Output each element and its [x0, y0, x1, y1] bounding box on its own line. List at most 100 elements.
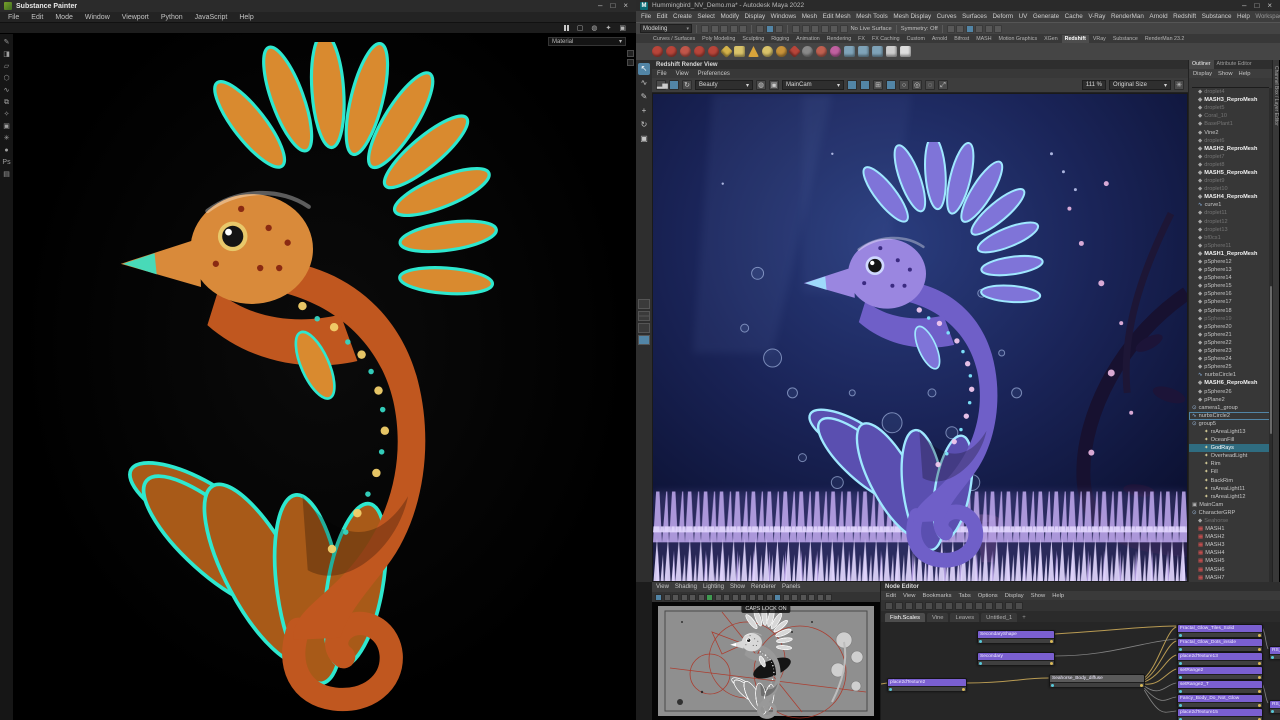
sp-tool-icon[interactable]: ✎ — [4, 38, 10, 47]
shelf-tab[interactable]: Poly Modeling — [699, 35, 738, 43]
frame-icon[interactable]: ▢ — [577, 25, 584, 32]
dock-shelf-icon[interactable] — [627, 59, 634, 66]
snap-point-icon[interactable] — [811, 25, 819, 33]
outliner-row[interactable]: Seahorse — [1189, 517, 1272, 525]
outliner-row[interactable]: pSphere18 — [1189, 307, 1272, 315]
sp-menu-item[interactable]: Python — [161, 14, 183, 21]
sp-tool-icon[interactable]: ● — [4, 146, 8, 155]
snapshot-icon[interactable]: ◍ — [756, 80, 766, 90]
maya-menu-item[interactable]: UV — [1019, 13, 1028, 20]
ipr-toggle-icon[interactable] — [847, 80, 857, 90]
maya-maximize-button[interactable]: □ — [1254, 2, 1259, 10]
maya-menu-item[interactable]: Windows — [771, 13, 797, 20]
pick-region-icon[interactable]: ◌ — [925, 80, 935, 90]
shelf-tab[interactable]: RenderMan 23.2 — [1142, 35, 1187, 43]
shelf-tab[interactable]: XGen — [1041, 35, 1061, 43]
ao-icon[interactable] — [817, 594, 824, 601]
shelf-button-icon[interactable] — [830, 46, 841, 57]
shaded-icon[interactable] — [783, 594, 790, 601]
shelf-tab[interactable]: FX Caching — [869, 35, 903, 43]
outliner-row[interactable]: pSphere22 — [1189, 339, 1272, 347]
particles-icon[interactable]: ✦ — [606, 25, 612, 32]
undo-icon[interactable] — [730, 25, 738, 33]
node-editor-menu-item[interactable]: Show — [1031, 593, 1046, 599]
maya-menu-item[interactable]: Arnold — [1149, 13, 1167, 20]
shadows-icon[interactable] — [808, 594, 815, 601]
gate-mask-icon[interactable] — [740, 594, 747, 601]
maya-menu-item[interactable]: Edit Mesh — [823, 13, 851, 20]
sp-menu-item[interactable]: Edit — [31, 14, 43, 21]
maya-menu-item[interactable]: Mesh — [802, 13, 817, 20]
new-scene-icon[interactable] — [701, 25, 709, 33]
node-editor-menu-item[interactable]: Bookmarks — [922, 593, 951, 599]
outliner-row[interactable]: pSphere21 — [1189, 331, 1272, 339]
outliner-row[interactable]: nurbsCircle1 — [1189, 371, 1272, 379]
outliner-row[interactable]: MASH4 — [1189, 549, 1272, 557]
maya-menu-item[interactable]: Select — [697, 13, 715, 20]
clay-toggle-icon[interactable] — [886, 80, 896, 90]
shelf-button-icon[interactable] — [762, 46, 773, 57]
render-view-menu-item[interactable]: Preferences — [698, 71, 730, 77]
graph-input-icon[interactable] — [895, 602, 903, 610]
outliner-row[interactable]: pSphere14 — [1189, 274, 1272, 282]
sp-tool-icon[interactable]: ◨ — [3, 50, 10, 59]
outliner-menu-item[interactable]: Show — [1218, 71, 1233, 77]
lock-camera-icon[interactable] — [664, 594, 671, 601]
bookmark-next-icon[interactable] — [1015, 602, 1023, 610]
layout-graph-icon[interactable] — [945, 602, 953, 610]
resolution-gate-icon[interactable] — [732, 594, 739, 601]
image-size-dropdown[interactable]: Original Size▾ — [1109, 80, 1171, 90]
shelf-button-icon[interactable] — [720, 45, 733, 58]
outliner-row[interactable]: droplet5 — [1189, 104, 1272, 112]
sp-menu-item[interactable]: Viewport — [122, 14, 149, 21]
node-editor-menu-item[interactable]: View — [903, 593, 915, 599]
zoom-level-field[interactable]: 111 % — [1082, 80, 1106, 90]
bookmark-icon[interactable] — [681, 594, 688, 601]
shelf-button-icon[interactable] — [858, 46, 869, 57]
shelf-tab[interactable]: Animation — [793, 35, 823, 43]
outliner-row[interactable]: Vine2 — [1189, 128, 1272, 136]
viewport-menu-item[interactable]: View — [656, 584, 669, 590]
maya-menu-item[interactable]: Mesh Tools — [856, 13, 888, 20]
outliner-row[interactable]: OverheadLight — [1189, 452, 1272, 460]
outliner-row[interactable]: pSphere16 — [1189, 290, 1272, 298]
render-view-menu-item[interactable]: View — [676, 71, 689, 77]
maya-menu-item[interactable]: Help — [1237, 13, 1250, 20]
menu-set-dropdown[interactable]: Modeling▾ — [640, 24, 692, 33]
outliner-row[interactable]: pSphere17 — [1189, 298, 1272, 306]
shader-node[interactable]: place2dTexture2 — [887, 678, 967, 691]
node-editor-tab[interactable]: Fish.Scales — [885, 613, 925, 622]
shelf-tab[interactable]: FX — [855, 35, 868, 43]
connected-view-icon[interactable] — [965, 602, 973, 610]
outliner-row[interactable]: rsAreaLight13 — [1189, 428, 1272, 436]
shelf-tab[interactable]: Curves / Surfaces — [650, 35, 698, 43]
sp-tool-icon[interactable]: ▱ — [4, 62, 9, 71]
remove-node-icon[interactable] — [935, 602, 943, 610]
outliner-row[interactable]: GodRays — [1189, 444, 1272, 452]
shader-node[interactable]: place2dTexture15 — [1177, 708, 1263, 720]
node-editor-tab[interactable]: Leaves — [950, 613, 979, 622]
shader-node[interactable]: Seahorse_Body_diffuse — [1049, 674, 1145, 687]
sp-tool-icon[interactable]: ▤ — [3, 170, 10, 179]
sp-tool-icon[interactable]: ∿ — [4, 86, 10, 95]
sp-maximize-button[interactable]: □ — [610, 2, 615, 10]
attribute-editor-icon[interactable] — [975, 25, 983, 33]
shelf-button-icon[interactable] — [734, 46, 745, 57]
outliner-row[interactable]: MASH1 — [1189, 525, 1272, 533]
maya-minimize-button[interactable]: – — [1242, 2, 1246, 10]
node-editor-menu-item[interactable]: Help — [1052, 593, 1064, 599]
wireframe-icon[interactable] — [774, 594, 781, 601]
sp-tool-icon[interactable]: ▣ — [3, 122, 10, 131]
shelf-tab[interactable]: VRay — [1090, 35, 1109, 43]
sp-menu-item[interactable]: Help — [239, 14, 253, 21]
outliner-row[interactable]: pSphere13 — [1189, 266, 1272, 274]
outliner-row[interactable]: MASH5_ReproMesh — [1189, 169, 1272, 177]
focus-target-icon[interactable]: ◎ — [912, 80, 922, 90]
outliner-row[interactable]: droplet13 — [1189, 226, 1272, 234]
maya-menu-item[interactable]: Substance — [1202, 13, 1232, 20]
outliner-row[interactable]: pSphere26 — [1189, 387, 1272, 395]
node-editor-tab[interactable]: Vine — [927, 613, 949, 622]
viewport-menu-item[interactable]: Panels — [782, 584, 800, 590]
hypershade-icon[interactable] — [956, 25, 964, 33]
shelf-button-icon[interactable] — [872, 46, 883, 57]
